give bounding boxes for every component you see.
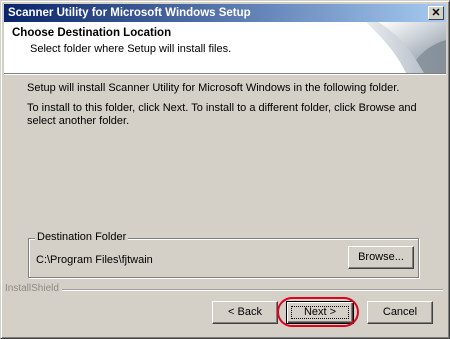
page-title: Choose Destination Location: [12, 27, 172, 39]
next-button-label: Next >: [303, 306, 337, 318]
back-button[interactable]: < Back: [212, 301, 278, 324]
instructions-text: To install to this folder, click Next. T…: [27, 102, 417, 127]
back-button-label: < Back: [228, 306, 262, 318]
browse-button-label: Browse...: [358, 251, 404, 263]
installshield-divider: InstallShield: [5, 284, 443, 294]
destination-path: C:\Program Files\fjtwain: [36, 254, 153, 266]
wizard-header: Choose Destination Location Select folde…: [4, 22, 446, 74]
next-button[interactable]: Next >: [286, 301, 354, 324]
setup-dialog: Scanner Utility for Microsoft Windows Se…: [0, 0, 450, 339]
page-subtitle: Select folder where Setup will install f…: [30, 43, 232, 55]
destination-folder-label: Destination Folder: [35, 231, 129, 243]
close-button[interactable]: ✕: [428, 6, 444, 20]
title-bar[interactable]: Scanner Utility for Microsoft Windows Se…: [4, 4, 446, 22]
window-title: Scanner Utility for Microsoft Windows Se…: [8, 7, 251, 19]
destination-folder-group: Destination Folder C:\Program Files\fjtw…: [28, 231, 419, 278]
cancel-button[interactable]: Cancel: [367, 301, 433, 324]
intro-text: Setup will install Scanner Utility for M…: [27, 82, 400, 94]
browse-button[interactable]: Browse...: [348, 246, 414, 269]
page-curl-graphic: [366, 22, 446, 73]
cancel-button-label: Cancel: [382, 306, 418, 318]
close-icon: ✕: [431, 7, 441, 19]
installshield-brand: InstallShield: [5, 284, 62, 294]
divider-line: [5, 289, 443, 291]
